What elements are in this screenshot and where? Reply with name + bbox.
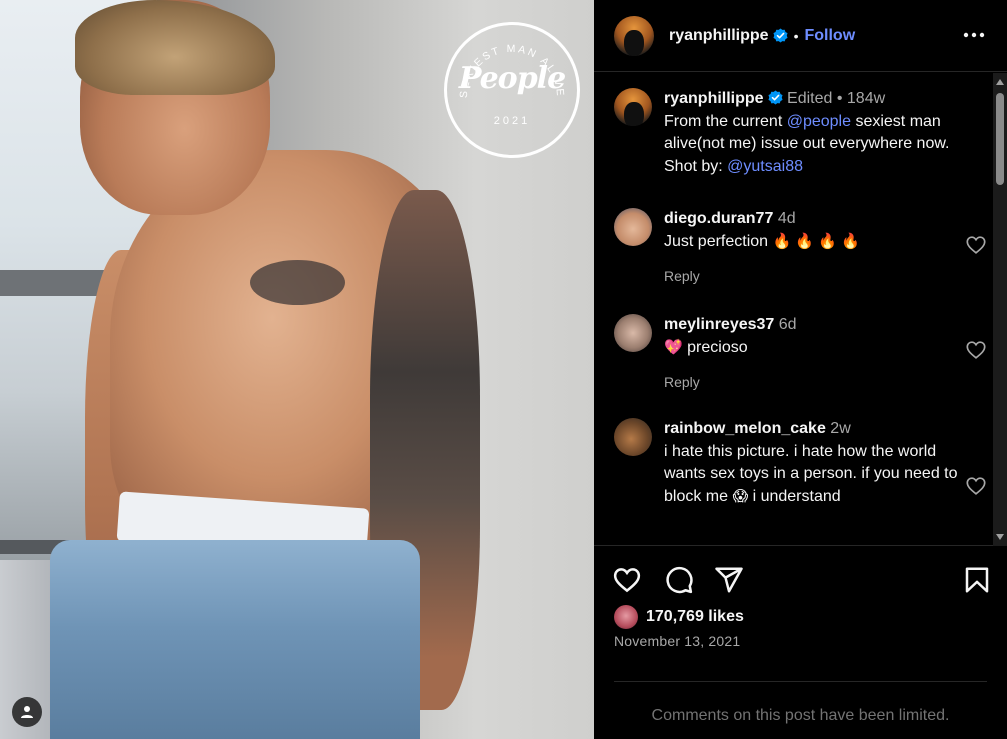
post-date: November 13, 2021 xyxy=(614,633,741,649)
badge-logo: People xyxy=(458,61,566,96)
post-header: ryanphillippe • Follow xyxy=(594,0,1007,72)
comments-limited-notice: Comments on this post have been limited. xyxy=(651,707,950,724)
author-username[interactable]: ryanphillippe xyxy=(669,27,769,45)
verified-badge-icon xyxy=(773,28,788,43)
comment-age: 2w xyxy=(830,420,851,437)
likes-count[interactable]: 170,769 likes xyxy=(646,608,744,626)
user-tag-button[interactable] xyxy=(12,697,42,727)
comment-username[interactable]: meylinreyes37 xyxy=(664,316,774,333)
caption-author-avatar[interactable] xyxy=(614,88,652,126)
caption-body: ryanphillippe Edited • 184w From the cur… xyxy=(664,88,964,178)
comment-age: 6d xyxy=(778,316,797,333)
comments-scrollbar[interactable] xyxy=(993,73,1007,546)
more-options-icon xyxy=(963,32,985,38)
heart-icon[interactable] xyxy=(965,234,987,256)
comment-icon[interactable] xyxy=(664,565,694,595)
caption-username[interactable]: ryanphillippe xyxy=(664,90,764,107)
reply-button[interactable]: Reply xyxy=(664,371,964,394)
comment-username[interactable]: rainbow_melon_cake xyxy=(664,420,826,437)
commenter-avatar[interactable] xyxy=(614,418,652,456)
header-separator: • xyxy=(793,27,799,44)
comment-emoji: 😱 xyxy=(732,487,749,505)
photo-hair xyxy=(75,0,275,95)
liker-avatar[interactable] xyxy=(614,605,638,629)
comment-text: precioso xyxy=(687,338,748,356)
author-avatar[interactable] xyxy=(614,15,654,56)
photo-jeans xyxy=(50,540,420,739)
comment-emoji: 🔥 🔥 🔥 🔥 xyxy=(772,232,860,250)
caption-text-1: From the current xyxy=(664,112,787,130)
heart-icon[interactable] xyxy=(965,339,987,361)
caption-meta-separator: • xyxy=(832,90,847,107)
comment-text: Just perfection xyxy=(664,232,769,250)
bookmark-icon[interactable] xyxy=(962,565,992,595)
post-actions: 170,769 likes November 13, 2021 Comments… xyxy=(594,547,1007,739)
scroll-up-arrow-icon[interactable] xyxy=(996,79,1004,85)
heart-icon[interactable] xyxy=(965,475,987,497)
share-icon[interactable] xyxy=(714,565,744,595)
comment-emoji: 💖 xyxy=(664,338,683,356)
verified-badge-icon xyxy=(768,90,783,105)
comment-body: meylinreyes37 6d 💖 precioso Reply xyxy=(664,314,964,394)
comment-body: rainbow_melon_cake 2w i hate this pictur… xyxy=(664,418,964,508)
caption-mention-photographer[interactable]: @yutsai88 xyxy=(727,158,803,175)
badge-year: 2021 xyxy=(493,115,531,127)
comment-text-continued: i understand xyxy=(748,487,841,505)
caption-mention-people[interactable]: @people xyxy=(787,113,851,130)
caption-edited-label: Edited xyxy=(787,90,833,107)
post-photo[interactable]: SEXIEST MAN ALIVE People 2021 xyxy=(0,0,594,739)
post-side-panel: ryanphillippe • Follow ryanphillippe Edi… xyxy=(594,0,1007,739)
divider xyxy=(614,681,987,682)
reply-button[interactable]: Reply xyxy=(664,265,964,288)
commenter-avatar[interactable] xyxy=(614,314,652,352)
commenter-avatar[interactable] xyxy=(614,208,652,246)
caption-age: 184w xyxy=(846,90,886,107)
more-options-button[interactable] xyxy=(961,22,987,48)
heart-icon[interactable] xyxy=(612,565,642,595)
user-tag-icon xyxy=(21,706,33,718)
scroll-thumb[interactable] xyxy=(996,93,1004,185)
comments-list[interactable]: ryanphillippe Edited • 184w From the cur… xyxy=(594,73,1007,546)
comment-age: 4d xyxy=(777,210,796,227)
likes-row[interactable]: 170,769 likes xyxy=(614,605,744,629)
people-magazine-badge: SEXIEST MAN ALIVE People 2021 xyxy=(444,22,580,158)
photo-chest-tattoo xyxy=(250,260,345,305)
comment-username[interactable]: diego.duran77 xyxy=(664,210,773,227)
comment-body: diego.duran77 4d Just perfection 🔥 🔥 🔥 🔥… xyxy=(664,208,964,288)
scroll-down-arrow-icon[interactable] xyxy=(996,534,1004,540)
follow-button[interactable]: Follow xyxy=(804,27,855,45)
